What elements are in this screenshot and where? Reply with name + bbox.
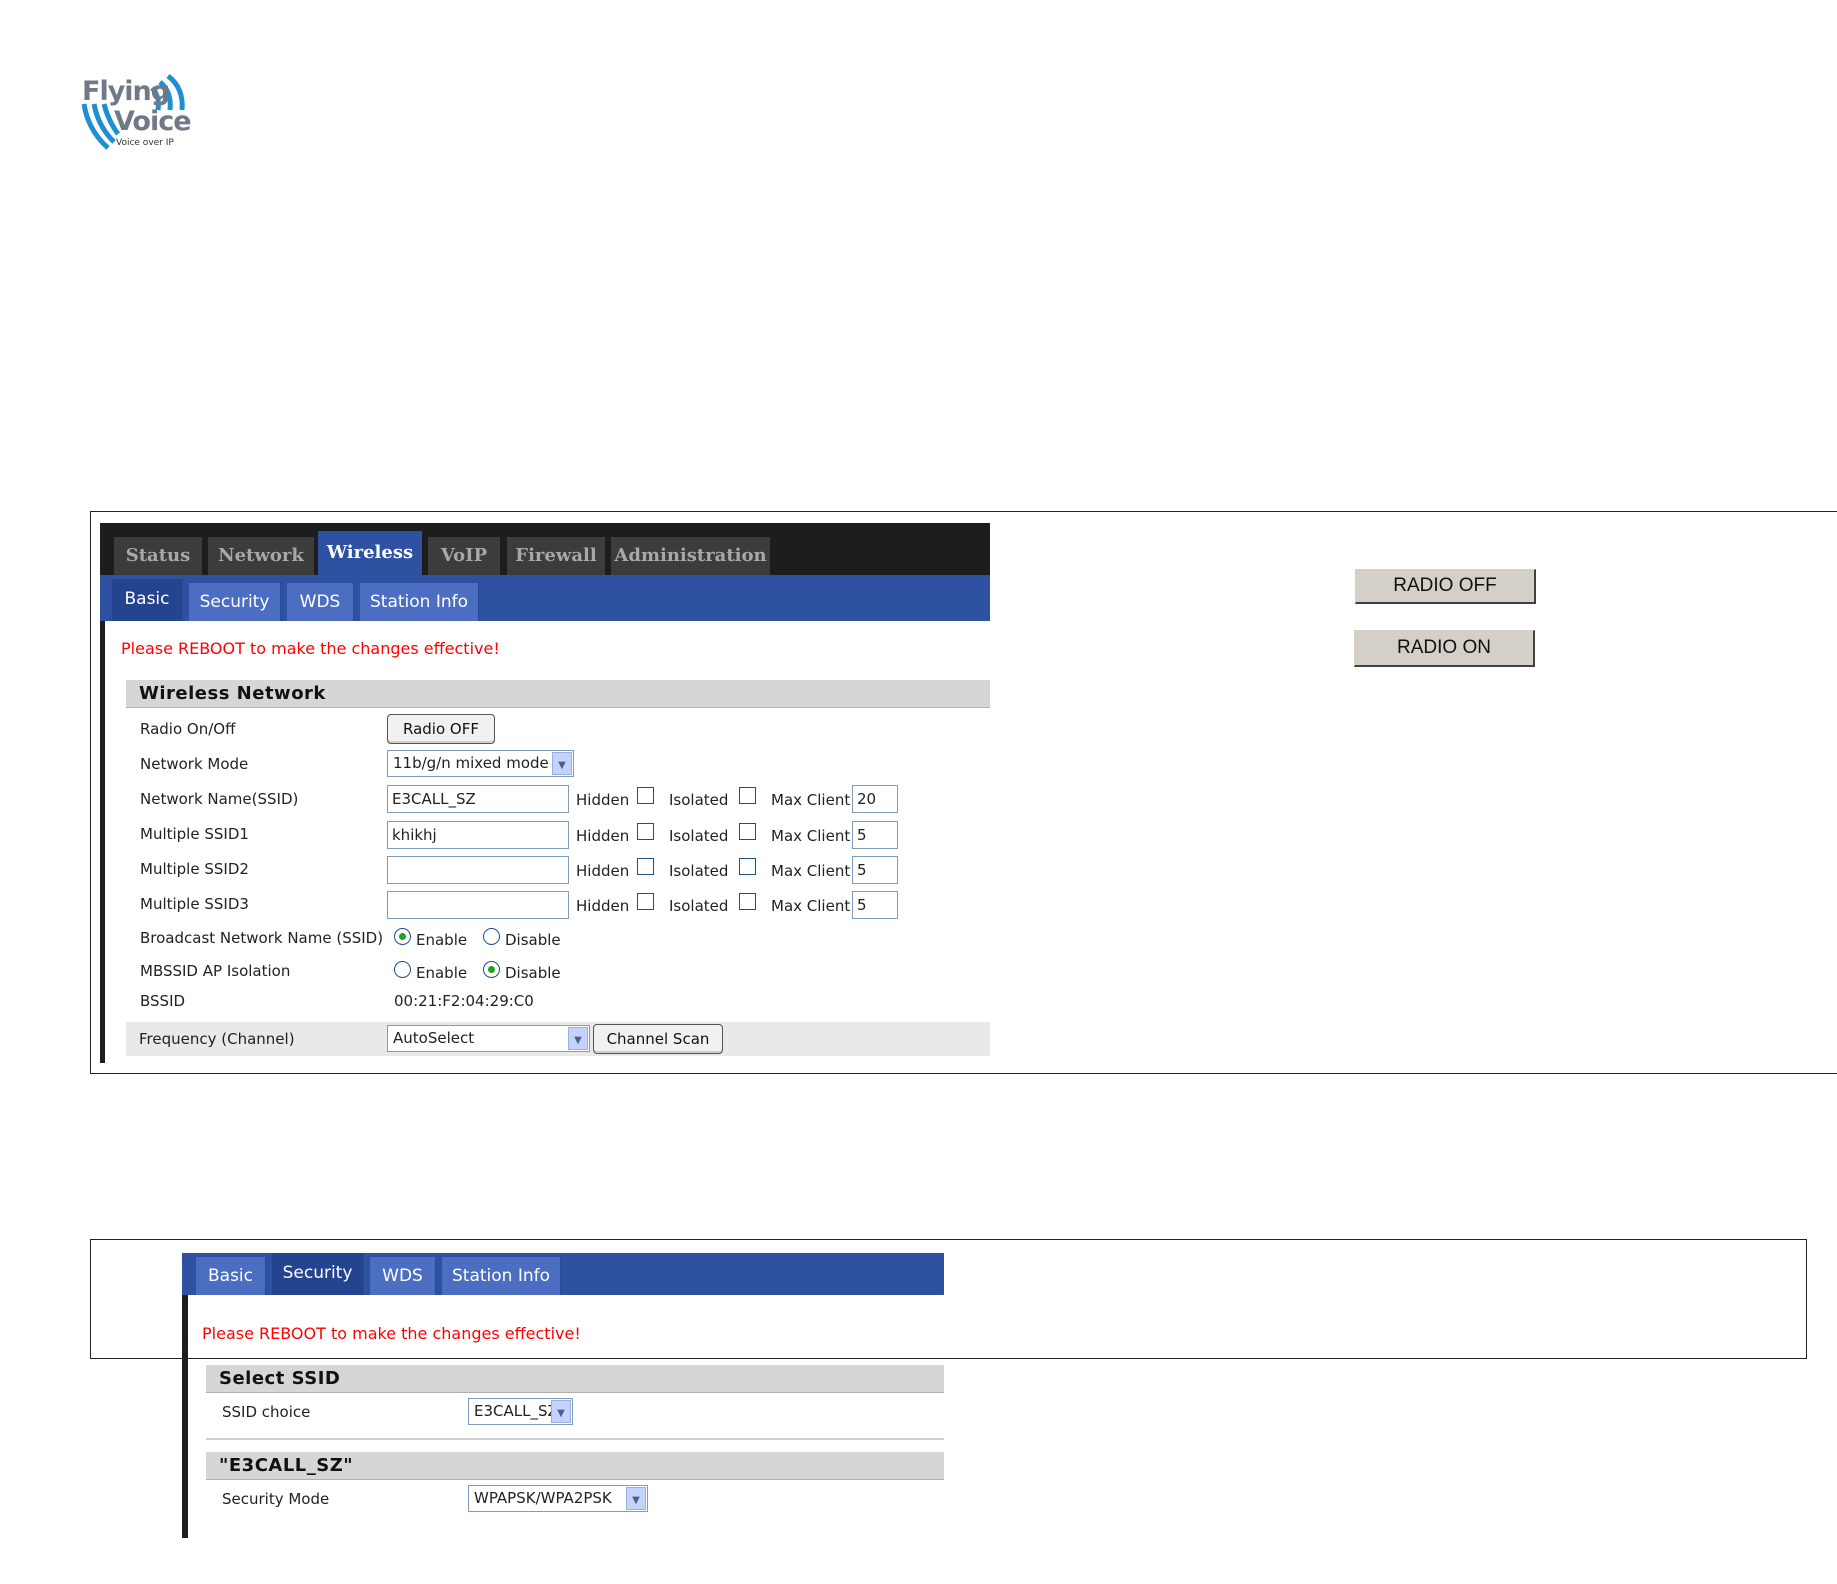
multiple-ssid1-label: Multiple SSID1 (140, 825, 249, 843)
wireless-network-header: Wireless Network (126, 680, 990, 708)
security-mode-label: Security Mode (222, 1490, 330, 1508)
max-client-input[interactable]: 5 (852, 891, 898, 919)
security-mode-select[interactable]: WPAPSK/WPA2PSK ▼ (468, 1485, 648, 1512)
max-client-input[interactable]: 5 (852, 856, 898, 884)
hidden-label: Hidden (576, 827, 630, 845)
logo-tagline: Voice over IP (116, 138, 174, 148)
max-client-label: Max Client (771, 791, 851, 809)
hidden-label: Hidden (576, 791, 630, 809)
frequency-label: Frequency (Channel) (139, 1030, 295, 1048)
tab-network[interactable]: Network (208, 537, 314, 575)
mbssid-enable-radio[interactable] (394, 961, 411, 978)
isolated-label: Isolated (669, 862, 729, 880)
multiple-ssid3-input[interactable] (387, 891, 569, 919)
max-client-input[interactable]: 5 (852, 821, 898, 849)
broadcast-ssid-label: Broadcast Network Name (SSID) (140, 929, 384, 947)
reboot-notice: Please REBOOT to make the changes effect… (121, 639, 500, 658)
security-mode-value: WPAPSK/WPA2PSK (474, 1489, 612, 1507)
isolated-checkbox[interactable] (739, 893, 756, 910)
subtab-wds[interactable]: WDS (287, 583, 354, 621)
isolated-checkbox[interactable] (739, 858, 756, 875)
radio-off-big-button[interactable]: RADIO OFF (1355, 569, 1536, 604)
flying-voice-logo: Flying Voice Voice over IP (80, 58, 192, 154)
divider (206, 1438, 944, 1440)
hidden-label: Hidden (576, 897, 630, 915)
panel-left-border (182, 1253, 188, 1538)
isolated-checkbox[interactable] (739, 823, 756, 840)
radio-on-big-button[interactable]: RADIO ON (1354, 630, 1535, 667)
multiple-ssid2-label: Multiple SSID2 (140, 860, 249, 878)
subtab-security[interactable]: Security (272, 1253, 364, 1295)
max-client-label: Max Client (771, 827, 851, 845)
ssid-choice-select[interactable]: E3CALL_SZ ▼ (468, 1398, 573, 1425)
hidden-label: Hidden (576, 862, 630, 880)
isolated-label: Isolated (669, 827, 729, 845)
max-client-label: Max Client (771, 897, 851, 915)
mbssid-enable-label: Enable (416, 964, 468, 982)
mbssid-isolation-label: MBSSID AP Isolation (140, 962, 291, 980)
isolated-label: Isolated (669, 897, 729, 915)
ssid-input[interactable]: E3CALL_SZ (387, 785, 569, 813)
sub-tab-bar: Basic Security WDS Station Info (100, 575, 990, 621)
ssid-config-header: "E3CALL_SZ" (206, 1452, 944, 1480)
subtab-station-info[interactable]: Station Info (442, 1257, 561, 1295)
ssid-choice-value: E3CALL_SZ (474, 1402, 558, 1420)
tab-wireless[interactable]: Wireless (318, 531, 422, 575)
logo-text-line1: Flying (82, 76, 170, 107)
max-client-label: Max Client (771, 862, 851, 880)
chevron-down-icon: ▼ (551, 1400, 571, 1423)
radio-onoff-label: Radio On/Off (140, 720, 236, 738)
subtab-security[interactable]: Security (189, 583, 281, 621)
wireless-security-panel: Basic Security WDS Station Info Please R… (182, 1253, 944, 1540)
subtab-wds[interactable]: WDS (370, 1257, 436, 1295)
hidden-checkbox[interactable] (637, 893, 654, 910)
broadcast-disable-radio[interactable] (483, 928, 500, 945)
isolated-label: Isolated (669, 791, 729, 809)
reboot-notice: Please REBOOT to make the changes effect… (202, 1324, 581, 1343)
chevron-down-icon: ▼ (568, 1027, 588, 1050)
subtab-basic[interactable]: Basic (112, 579, 183, 621)
bssid-value: 00:21:F2:04:29:C0 (394, 992, 534, 1010)
frequency-value: AutoSelect (393, 1029, 475, 1047)
network-mode-value: 11b/g/n mixed mode (393, 754, 549, 772)
broadcast-disable-label: Disable (505, 931, 561, 949)
subtab-station-info[interactable]: Station Info (360, 583, 479, 621)
sub-tab-bar: Basic Security WDS Station Info (182, 1253, 944, 1295)
broadcast-enable-radio[interactable] (394, 928, 411, 945)
isolated-checkbox[interactable] (739, 787, 756, 804)
ssid-choice-label: SSID choice (222, 1403, 311, 1421)
network-mode-select[interactable]: 11b/g/n mixed mode ▼ (387, 750, 574, 777)
tab-voip[interactable]: VoIP (428, 537, 500, 575)
main-tab-bar: Status Network Wireless VoIP Firewall Ad… (100, 523, 990, 575)
hidden-checkbox[interactable] (637, 858, 654, 875)
multiple-ssid2-input[interactable] (387, 856, 569, 884)
max-client-input[interactable]: 20 (852, 785, 898, 813)
wireless-basic-panel: Status Network Wireless VoIP Firewall Ad… (100, 523, 990, 1063)
subtab-basic[interactable]: Basic (196, 1257, 266, 1295)
hidden-checkbox[interactable] (637, 787, 654, 804)
broadcast-enable-label: Enable (416, 931, 468, 949)
logo-text-line2: Voice (114, 106, 192, 137)
hidden-checkbox[interactable] (637, 823, 654, 840)
select-ssid-header: Select SSID (206, 1365, 944, 1393)
chevron-down-icon: ▼ (626, 1487, 646, 1510)
tab-firewall[interactable]: Firewall (507, 537, 605, 575)
ssid-label: Network Name(SSID) (140, 790, 299, 808)
channel-scan-button[interactable]: Channel Scan (593, 1024, 723, 1054)
tab-administration[interactable]: Administration (611, 537, 770, 575)
chevron-down-icon: ▼ (552, 752, 572, 775)
bssid-label: BSSID (140, 992, 186, 1010)
network-mode-label: Network Mode (140, 755, 249, 773)
mbssid-disable-label: Disable (505, 964, 561, 982)
frequency-select[interactable]: AutoSelect ▼ (387, 1025, 590, 1052)
mbssid-disable-radio[interactable] (483, 961, 500, 978)
multiple-ssid1-input[interactable]: khikhj (387, 821, 569, 849)
tab-status[interactable]: Status (114, 537, 202, 575)
radio-off-button[interactable]: Radio OFF (387, 714, 495, 744)
multiple-ssid3-label: Multiple SSID3 (140, 895, 249, 913)
